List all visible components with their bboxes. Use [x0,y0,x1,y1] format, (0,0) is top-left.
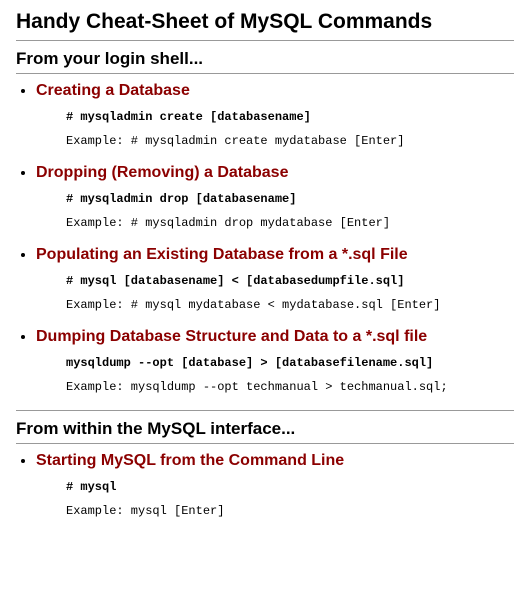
example-text: Example: # mysqladmin create mydatabase … [66,134,514,148]
command-text: # mysqladmin drop [databasename] [66,192,514,206]
topic-title: Dropping (Removing) a Database [36,164,514,182]
section-heading-2: From within the MySQL interface... [16,419,514,439]
list-item: Dropping (Removing) a Database # mysqlad… [36,164,514,230]
divider [16,410,514,411]
command-text: # mysql [databasename] < [databasedumpfi… [66,274,514,288]
list-item: Creating a Database # mysqladmin create … [36,82,514,148]
list-item: Dumping Database Structure and Data to a… [36,328,514,394]
section-1-list: Creating a Database # mysqladmin create … [16,82,514,394]
section-2-list: Starting MySQL from the Command Line # m… [16,452,514,518]
divider [16,443,514,444]
page-title: Handy Cheat-Sheet of MySQL Commands [16,10,514,34]
command-text: # mysql [66,480,514,494]
example-text: Example: # mysql mydatabase < mydatabase… [66,298,514,312]
list-item: Starting MySQL from the Command Line # m… [36,452,514,518]
example-text: Example: mysqldump --opt techmanual > te… [66,380,514,394]
command-text: mysqldump --opt [database] > [databasefi… [66,356,514,370]
list-item: Populating an Existing Database from a *… [36,246,514,312]
divider [16,73,514,74]
divider [16,40,514,41]
topic-title: Dumping Database Structure and Data to a… [36,328,514,346]
topic-title: Starting MySQL from the Command Line [36,452,514,470]
example-text: Example: # mysqladmin drop mydatabase [E… [66,216,514,230]
example-text: Example: mysql [Enter] [66,504,514,518]
command-text: # mysqladmin create [databasename] [66,110,514,124]
topic-title: Populating an Existing Database from a *… [36,246,514,264]
topic-title: Creating a Database [36,82,514,100]
section-heading-1: From your login shell... [16,49,514,69]
